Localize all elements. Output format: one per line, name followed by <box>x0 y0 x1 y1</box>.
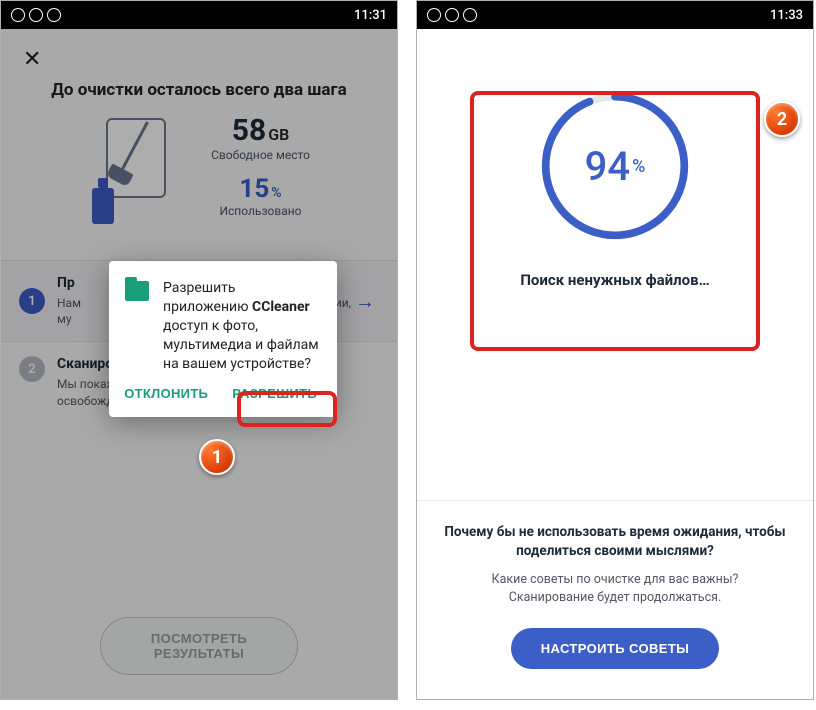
tips-title: Почему бы не использовать время ожидания… <box>443 523 787 561</box>
annotation-marker-1: 1 <box>199 439 235 475</box>
screenshot-right: 11:33 94% Поиск ненужных файлов… Почему … <box>416 0 814 700</box>
tips-prompt-card: Почему бы не использовать время ожидания… <box>417 500 813 699</box>
status-bar: 11:33 <box>417 1 813 29</box>
status-bar: 11:31 <box>1 1 397 29</box>
deny-button[interactable]: ОТКЛОНИТЬ <box>114 378 218 409</box>
folder-icon <box>125 281 149 301</box>
configure-tips-button[interactable]: НАСТРОИТЬ СОВЕТЫ <box>511 628 720 669</box>
status-icon <box>445 8 459 22</box>
status-icon <box>29 8 43 22</box>
status-icon <box>463 8 477 22</box>
status-icon <box>11 8 25 22</box>
progress-ring: 94% <box>538 89 692 243</box>
status-icon <box>427 8 441 22</box>
scan-progress: 94% Поиск ненужных файлов… <box>417 29 813 315</box>
tips-desc: Какие советы по очистке для вас важны? С… <box>443 571 787 609</box>
status-icons <box>427 8 477 22</box>
progress-value: 94 <box>585 143 630 190</box>
scanning-screen: 94% Поиск ненужных файлов… Почему бы не … <box>417 29 813 699</box>
status-icons <box>11 8 61 22</box>
screenshot-left: 11:31 ✕ До очистки осталось всего два ша… <box>0 0 398 700</box>
allow-button[interactable]: РАЗРЕШИТЬ <box>222 378 327 409</box>
status-time: 11:31 <box>354 8 387 23</box>
permission-dialog: Разрешить приложению CCleaner доступ к ф… <box>109 261 337 417</box>
annotation-marker-2: 2 <box>764 101 800 137</box>
status-time: 11:33 <box>770 8 803 23</box>
progress-label: Поиск ненужных файлов… <box>417 271 813 289</box>
progress-unit: % <box>632 156 645 177</box>
status-icon <box>47 8 61 22</box>
